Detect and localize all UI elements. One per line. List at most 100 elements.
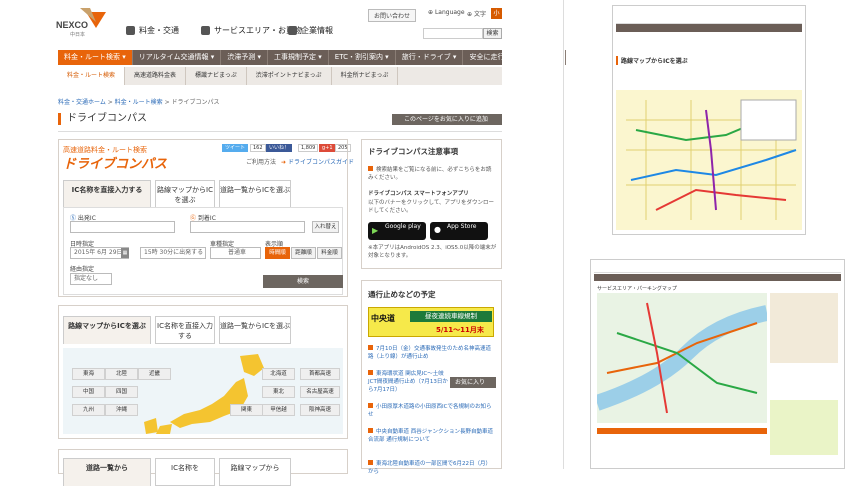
news-item[interactable]: 中央自動車道 西谷ジャンクション長野自動車道合流部 通行規制について [368, 428, 494, 444]
mainnav-safety[interactable]: 安全に走行いただくために ▾ [463, 50, 567, 65]
bullet-icon [368, 370, 373, 375]
news-item[interactable]: 小田原厚木道路の小田原西ICで各規制のお知らせ [368, 403, 494, 419]
main-nav: 料金・ルート検索 ▾ リアルタイム交通情報 ▾ 渋滞予測 ▾ 工事規制予定 ▾ … [58, 50, 567, 65]
breadcrumb-route[interactable]: 料金・ルート検索 [115, 99, 163, 106]
bullet-icon [368, 428, 373, 433]
app-title: ドライブコンパス スマートフォンアプリ [368, 191, 469, 197]
language-label: Language [434, 9, 465, 16]
tab-direct-input[interactable]: IC名称を直接入力する [63, 180, 151, 208]
closure-title: 通行止めなどの予定 [368, 290, 436, 299]
region-hokuriku[interactable]: 北陸 [105, 368, 138, 380]
mainnav-congestion[interactable]: 渋滞予測 ▾ [221, 50, 269, 65]
mainnav-etc[interactable]: ETC・割引案内 ▾ [329, 50, 396, 65]
topnav-traffic[interactable]: 料金・交通 [126, 22, 179, 38]
route-map-lines [626, 99, 797, 220]
apple-icon: ● [434, 225, 441, 234]
thumb2-ad-banner [770, 400, 838, 455]
region-okinawa[interactable]: 沖縄 [105, 404, 138, 416]
subnav-route-search[interactable]: 料金・ルート検索 [58, 67, 126, 85]
notes-text[interactable]: 検索結果をご覧になる前に、必ずこちらをお読みください。 [368, 166, 496, 182]
thumb1-title: 路線マップからICを選ぶ [616, 56, 688, 65]
thumb1-header [616, 10, 802, 24]
tweet-button[interactable]: ツイート [222, 144, 249, 152]
mainnav-route-search[interactable]: 料金・ルート検索 ▾ [58, 50, 133, 65]
gplus-button[interactable]: g+1 [319, 144, 336, 152]
japan-map[interactable] [140, 352, 280, 434]
notes-title: ドライブコンパス注意事項 [368, 147, 458, 156]
tab3-direct-input[interactable]: IC名称を [155, 458, 215, 486]
tab2-map-select[interactable]: 路線マップからICを選ぶ [63, 316, 151, 344]
notes-text-body: 検索結果をご覧になる前に、必ずこちらをお読みください。 [368, 167, 492, 181]
region-nagoya[interactable]: 名古屋高速 [300, 386, 340, 398]
breadcrumb-home[interactable]: 料金・交通ホーム [58, 99, 106, 106]
tab2-road-list[interactable]: 道路一覧からICを選ぶ [219, 316, 291, 344]
site-search-button[interactable]: 検索 [483, 28, 502, 39]
car-type-select[interactable]: 普通車 [210, 247, 261, 259]
app-note: ※本アプリはAndroidOS 2.3、iOS5.0以降の端末が対象となります。 [368, 245, 497, 259]
nexco-logo[interactable]: NEXCO 中日本 [56, 6, 106, 40]
region-tokai[interactable]: 東海 [72, 368, 105, 380]
gplus-count: 205 [335, 144, 351, 152]
tab2-direct-input[interactable]: IC名称を直接入力する [155, 316, 215, 344]
news-text: 小田原厚木道路の小田原西ICで各規制のお知らせ [368, 404, 492, 418]
region-tohoku[interactable]: 東北 [262, 386, 295, 398]
divider [58, 131, 502, 132]
language-link[interactable]: ⊕ Language [428, 9, 465, 16]
news-item[interactable]: 東海北陸自動車道の一部区間で6月22日（月）から [368, 460, 494, 476]
region-kanto[interactable]: 関東 [230, 404, 263, 416]
topnav-service[interactable]: サービスエリア・お買物 [201, 22, 302, 38]
topnav-label: 企業情報 [301, 25, 333, 35]
text-size-small-button[interactable]: 小 [491, 8, 502, 19]
favorites-popup-button[interactable]: お気に入り [450, 377, 496, 388]
sort-time-button[interactable]: 時間順 [265, 247, 290, 259]
thumb2-title: サービスエリア・パーキングマップ [597, 286, 677, 292]
search-submit-button[interactable]: 検索 [263, 275, 343, 288]
region-hanshin[interactable]: 阪神高速 [300, 404, 340, 416]
region-hokkaido[interactable]: 北海道 [262, 368, 295, 380]
mainnav-travel[interactable]: 旅行・ドライブ ▾ [396, 50, 464, 65]
news-text: 東海環状道 関広見IC～土岐JCT間夜間通行止め（7月13日から7月17日） [368, 371, 448, 393]
site-search-input[interactable] [423, 28, 483, 39]
tab3-road-list[interactable]: 道路一覧から [63, 458, 151, 486]
tab3-map-select[interactable]: 路線マップから [219, 458, 291, 486]
time-select[interactable]: 15時 30分に出発する [140, 247, 206, 259]
region-kinki[interactable]: 近畿 [138, 368, 171, 380]
to-ic-input[interactable] [190, 221, 305, 233]
mainnav-construction[interactable]: 工事規制予定 ▾ [268, 50, 329, 65]
guide-link[interactable]: ➜ ドライブコンパスガイド [281, 157, 354, 166]
bullet-icon [368, 345, 373, 350]
building-icon [288, 25, 297, 35]
add-favorite-button[interactable]: このページをお気に入りに追加 [392, 114, 502, 125]
tab-map-select[interactable]: 路線マップからICを選ぶ [155, 180, 215, 208]
arrow-right-icon: ➜ [281, 159, 288, 166]
region-shikoku[interactable]: 四国 [105, 386, 138, 398]
swap-button[interactable]: 入れ替え [312, 221, 339, 233]
region-kyushu[interactable]: 九州 [72, 404, 105, 416]
region-koshinetsu[interactable]: 甲信越 [262, 404, 295, 416]
via-select[interactable]: 指定なし [70, 273, 112, 285]
shopping-bag-icon [201, 25, 210, 35]
calendar-icon[interactable]: ▦ [121, 248, 129, 258]
guide-label: ドライブコンパスガイド [287, 159, 354, 166]
like-button[interactable]: いいね！ [266, 144, 293, 152]
sort-fee-button[interactable]: 料金順 [317, 247, 342, 259]
subnav-tollgate-map[interactable]: 料金所ナビまっぷ [332, 67, 399, 85]
sort-distance-button[interactable]: 距離順 [291, 247, 316, 259]
car-icon [126, 25, 135, 35]
region-chugoku[interactable]: 中国 [72, 386, 105, 398]
news-item[interactable]: 東海環状道 関広見IC～土岐JCT間夜間通行止め（7月13日から7月17日） [368, 370, 448, 394]
subnav-sign-map[interactable]: 標識ナビまっぷ [186, 67, 247, 85]
mainnav-realtime[interactable]: リアルタイム交通情報 ▾ [133, 50, 222, 65]
contact-link[interactable]: お問い合わせ [368, 9, 417, 22]
contact-label: お問い合わせ [368, 9, 417, 22]
subnav-fee-table[interactable]: 高速道路料金表 [125, 67, 187, 85]
subnav-congestion-map[interactable]: 渋滞ポイントナビまっぷ [247, 67, 332, 85]
usage-link[interactable]: ご利用方法 [246, 157, 276, 166]
from-ic-input[interactable] [70, 221, 175, 233]
tab-road-list[interactable]: 道路一覧からICを選ぶ [219, 180, 291, 208]
topnav-company[interactable]: 企業情報 [288, 22, 333, 38]
text-size-label: ⊕ 文字 [467, 9, 486, 18]
region-shuto[interactable]: 首都高速 [300, 368, 340, 380]
news-item[interactable]: 7月10日（金）交通事故発生のため名神高速道路（上り線）が通行止め [368, 345, 494, 361]
pane-divider [563, 0, 564, 469]
